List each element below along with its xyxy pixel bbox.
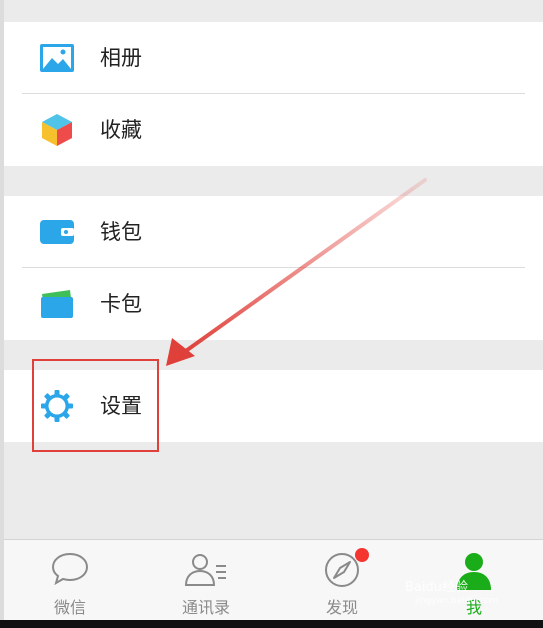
tab-discover[interactable]: 发现 — [292, 540, 392, 620]
bottom-edge — [0, 620, 543, 628]
tab-discover-label: 发现 — [325, 598, 358, 617]
discover-badge — [355, 548, 369, 562]
tab-chats-label: 微信 — [53, 598, 86, 617]
contacts-icon — [184, 554, 226, 586]
tab-contacts-label: 通讯录 — [181, 598, 230, 617]
watermark-logo: Baidu经验 — [405, 580, 468, 595]
watermark-url: jingyan.baidu.com — [415, 596, 499, 606]
annotation-arrow — [166, 178, 427, 366]
tab-contacts[interactable]: 通讯录 — [156, 540, 256, 620]
tab-chats[interactable]: 微信 — [20, 540, 120, 620]
chat-bubble-icon — [51, 552, 89, 586]
